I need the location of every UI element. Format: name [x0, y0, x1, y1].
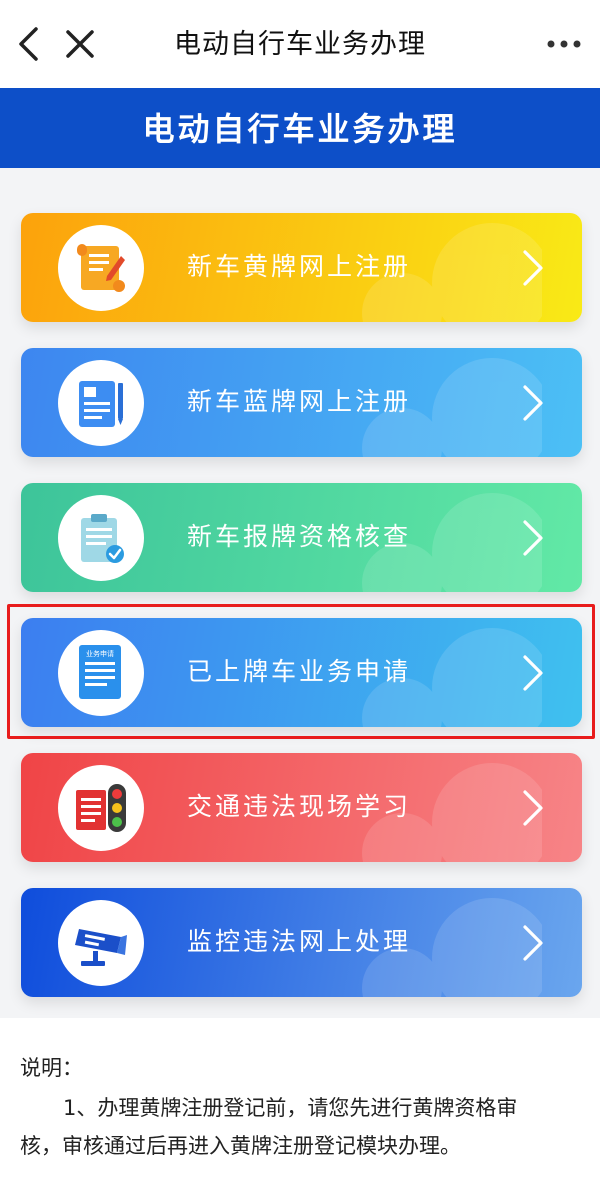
surveillance-camera-icon: [75, 929, 127, 966]
document-pen-icon: [79, 381, 123, 427]
traffic-light-icon: [76, 784, 126, 832]
nav-title: 电动自行车业务办理: [174, 29, 426, 60]
clipboard-check-icon: [81, 514, 124, 563]
more-icon[interactable]: [542, 22, 586, 66]
notes-line-2: 核，审核通过后再进入黄牌注册登记模块办理。: [20, 1134, 461, 1158]
menu-item-blue-plate-registration[interactable]: 新车蓝牌网上注册: [21, 348, 582, 457]
menu-item-label: 交通违法现场学习: [187, 792, 412, 821]
card-icon-holder: [58, 495, 144, 581]
business-application-icon: 业务申请: [79, 645, 121, 699]
card-icon-holder: [58, 765, 144, 851]
card-icon-holder: [58, 360, 144, 446]
nav-bar: 电动自行车业务办理: [0, 0, 600, 88]
chevron-right-icon: [523, 385, 543, 421]
page-title: 电动自行车业务办理: [142, 110, 458, 148]
chevron-right-icon: [523, 520, 543, 556]
icon-caption: 业务申请: [86, 649, 114, 658]
page-banner: 电动自行车业务办理: [0, 88, 600, 168]
menu-item-yellow-plate-registration[interactable]: 新车黄牌网上注册: [21, 213, 582, 322]
menu-item-label: 新车报牌资格核查: [187, 522, 412, 551]
chevron-right-icon: [523, 250, 543, 286]
card-icon-holder: [58, 225, 144, 311]
notes-section: 说明： 1、办理黄牌注册登记前，请您先进行黄牌资格审 核，审核通过后再进入黄牌注…: [0, 1040, 600, 1181]
menu-item-registered-vehicle-application[interactable]: 业务申请 已上牌车业务申请: [21, 618, 582, 727]
menu-item-label: 监控违法网上处理: [187, 927, 412, 956]
chevron-right-icon: [523, 655, 543, 691]
notes-heading: 说明：: [20, 1056, 83, 1080]
chevron-right-icon: [523, 790, 543, 826]
card-icon-holder: [58, 900, 144, 986]
scroll-edit-icon: [77, 244, 125, 292]
menu-item-traffic-violation-study[interactable]: 交通违法现场学习: [21, 753, 582, 862]
menu-item-plate-eligibility-check[interactable]: 新车报牌资格核查: [21, 483, 582, 592]
menu-item-label: 已上牌车业务申请: [187, 657, 412, 686]
chevron-right-icon: [523, 925, 543, 961]
menu-item-label: 新车蓝牌网上注册: [187, 387, 412, 416]
notes-line-1: 1、办理黄牌注册登记前，请您先进行黄牌资格审: [63, 1096, 518, 1120]
menu-item-label: 新车黄牌网上注册: [187, 252, 412, 281]
menu-item-surveillance-violation-handling[interactable]: 监控违法网上处理: [21, 888, 582, 997]
card-icon-holder: 业务申请: [58, 630, 144, 716]
